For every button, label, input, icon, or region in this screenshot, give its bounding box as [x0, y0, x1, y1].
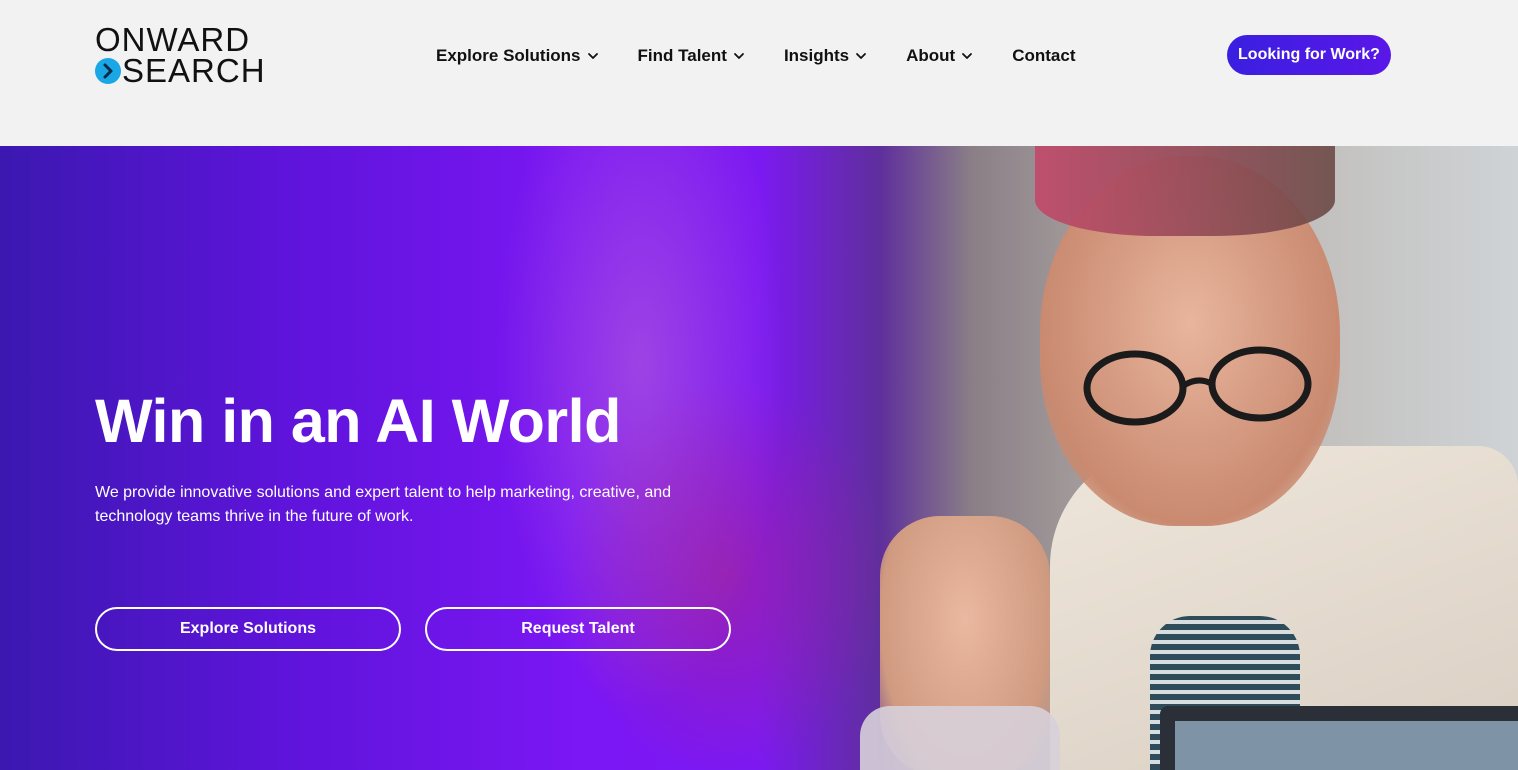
explore-solutions-button[interactable]: Explore Solutions	[95, 607, 401, 651]
main-nav: Explore Solutions Find Talent Insights A…	[436, 44, 1075, 68]
nav-item-label: Explore Solutions	[436, 46, 581, 65]
hero-photo-sleeve	[860, 706, 1060, 770]
chevron-down-icon	[734, 53, 744, 59]
hero-section: Win in an AI World We provide innovative…	[0, 146, 1518, 770]
nav-item-label: About	[906, 46, 956, 65]
chevron-down-icon	[962, 53, 973, 59]
nav-item-find-talent[interactable]: Find Talent	[638, 44, 745, 68]
nav-item-about[interactable]: About	[906, 44, 973, 68]
nav-item-label: Find Talent	[637, 46, 727, 65]
hero-photo-hair	[1035, 146, 1335, 236]
looking-for-work-button[interactable]: Looking for Work?	[1227, 35, 1391, 75]
logo-text-search: SEARCH	[122, 52, 266, 89]
nav-item-label: Contact	[1012, 46, 1076, 65]
chevron-down-icon	[587, 53, 598, 59]
hero-photo-laptop-screen	[1175, 721, 1518, 770]
request-talent-button[interactable]: Request Talent	[425, 607, 731, 651]
nav-item-insights[interactable]: Insights	[784, 44, 867, 68]
nav-item-contact[interactable]: Contact	[1012, 44, 1075, 68]
chevron-down-icon	[856, 53, 867, 59]
onward-search-logo[interactable]: ONWARD SEARCH	[95, 23, 265, 88]
site-header: ONWARD SEARCH Explore Solutions Find Tal…	[0, 0, 1518, 146]
hero-title: Win in an AI World	[95, 387, 621, 455]
logo-chevron-icon	[95, 58, 121, 84]
nav-item-label: Insights	[783, 46, 850, 65]
nav-item-explore-solutions[interactable]: Explore Solutions	[436, 44, 599, 68]
hero-subtitle: We provide innovative solutions and expe…	[95, 484, 672, 525]
hero-photo-glasses	[1083, 346, 1312, 426]
